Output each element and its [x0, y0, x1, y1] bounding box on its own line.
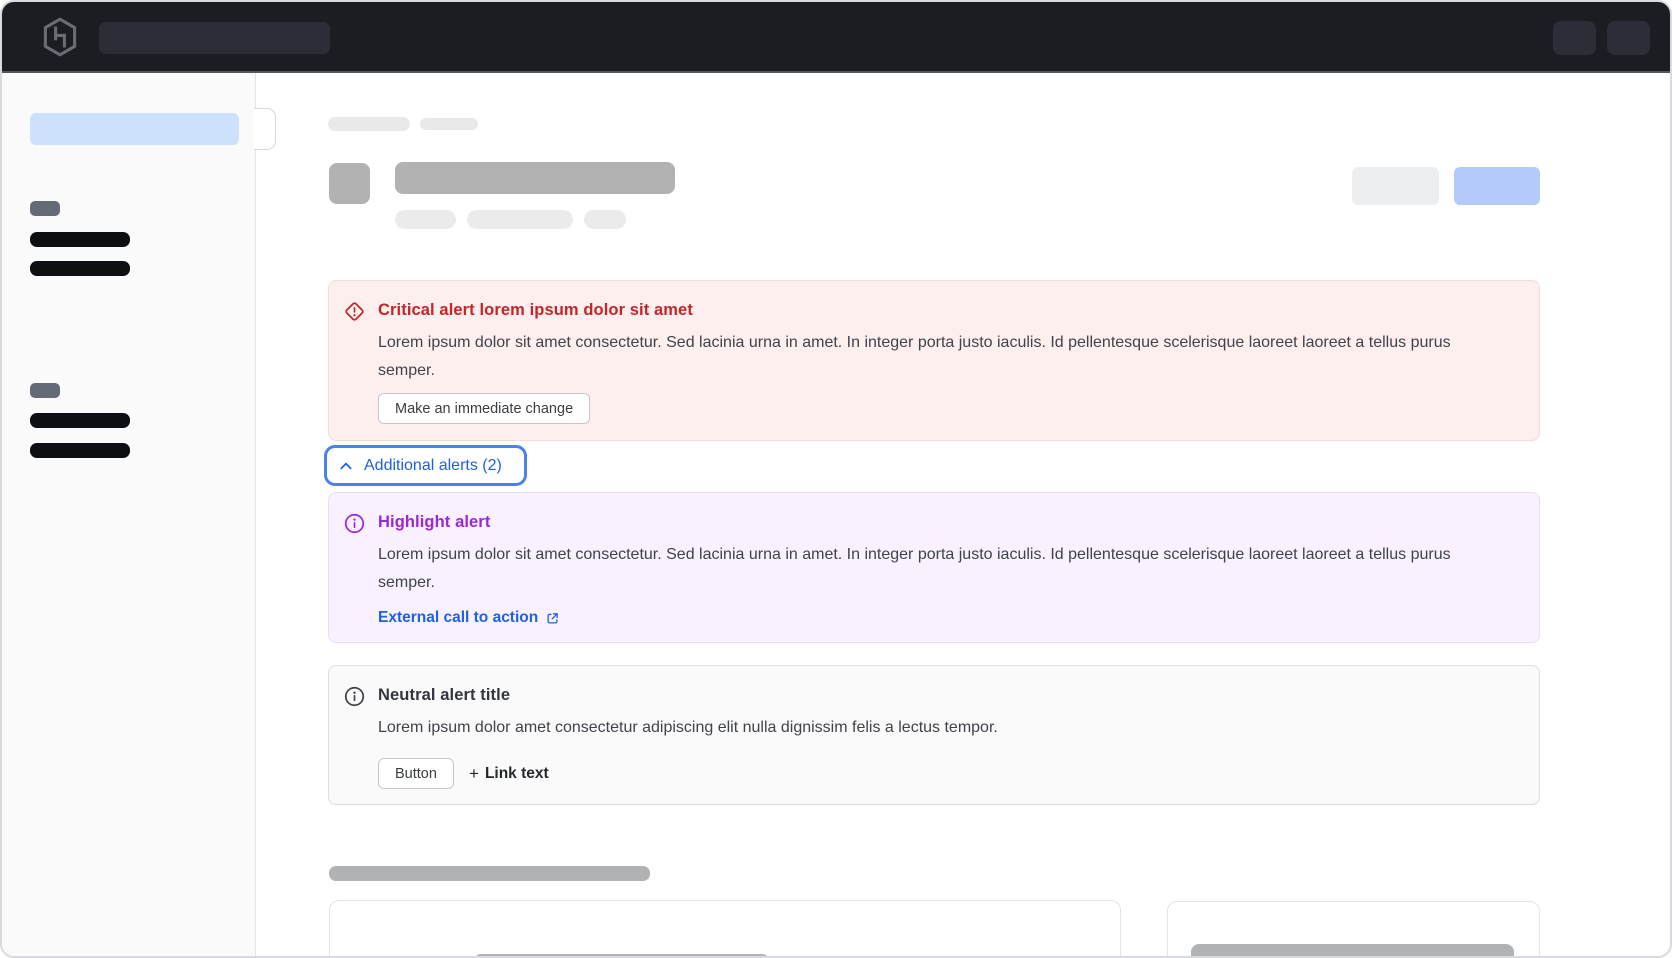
neutral-alert-title: Neutral alert title	[378, 686, 510, 705]
page-meta-skeleton	[467, 210, 573, 229]
info-circle-icon	[344, 513, 365, 534]
page-avatar-skeleton	[329, 163, 370, 204]
primary-action-button-skeleton[interactable]	[1454, 167, 1540, 205]
neutral-alert-link[interactable]: + Link text	[469, 764, 549, 784]
secondary-action-button-skeleton[interactable]	[1352, 167, 1439, 205]
neutral-alert-body: Lorem ipsum dolor amet consectetur adipi…	[378, 714, 1503, 742]
chevron-up-icon	[338, 458, 354, 474]
external-link-icon	[545, 611, 560, 626]
alert-diamond-icon	[344, 301, 365, 322]
app-window: Critical alert lorem ipsum dolor sit ame…	[0, 0, 1672, 958]
highlight-alert-title: Highlight alert	[378, 513, 490, 532]
section-title-skeleton	[329, 866, 650, 881]
make-immediate-change-button[interactable]: Make an immediate change	[378, 393, 590, 424]
critical-alert-title: Critical alert lorem ipsum dolor sit ame…	[378, 301, 693, 320]
navbar-help-button[interactable]	[1553, 21, 1596, 55]
breadcrumb-skeleton	[420, 118, 478, 130]
sidebar-group-label-skeleton	[30, 201, 60, 216]
top-navbar	[2, 2, 1670, 73]
page-meta-skeleton	[395, 210, 456, 229]
neutral-alert-button[interactable]: Button	[378, 758, 454, 789]
sidebar-active-item-skeleton[interactable]	[30, 113, 239, 145]
sidebar-item-skeleton[interactable]	[30, 443, 130, 458]
neutral-alert: Neutral alert title Lorem ipsum dolor am…	[328, 665, 1540, 805]
card-content-skeleton	[1191, 944, 1514, 958]
additional-alerts-toggle[interactable]: Additional alerts (2)	[324, 445, 527, 486]
critical-alert: Critical alert lorem ipsum dolor sit ame…	[328, 280, 1540, 441]
additional-alerts-label: Additional alerts (2)	[364, 457, 502, 475]
neutral-link-label: Link text	[485, 765, 549, 783]
plus-icon: +	[469, 764, 479, 784]
sidebar-group-label-skeleton	[30, 383, 60, 398]
critical-alert-body: Lorem ipsum dolor sit amet consectetur. …	[378, 329, 1503, 385]
external-call-to-action-link[interactable]: External call to action	[378, 609, 560, 627]
highlight-alert-body: Lorem ipsum dolor sit amet consectetur. …	[378, 541, 1503, 597]
info-circle-icon	[344, 686, 365, 707]
navbar-user-menu-button[interactable]	[1607, 21, 1650, 55]
content-card	[329, 900, 1121, 958]
hashicorp-logo-icon[interactable]	[42, 17, 78, 57]
card-content-skeleton	[474, 954, 769, 958]
page-meta-skeleton	[584, 210, 626, 229]
sidebar-item-skeleton[interactable]	[30, 261, 130, 276]
sidebar-collapse-toggle[interactable]	[254, 108, 276, 150]
external-link-label: External call to action	[378, 609, 538, 627]
global-search-input[interactable]	[99, 22, 330, 54]
sidebar	[2, 73, 256, 958]
page-title-skeleton	[395, 162, 675, 194]
sidebar-item-skeleton[interactable]	[30, 232, 130, 247]
breadcrumb-skeleton	[328, 117, 410, 131]
sidebar-item-skeleton[interactable]	[30, 413, 130, 428]
highlight-alert: Highlight alert Lorem ipsum dolor sit am…	[328, 492, 1540, 643]
